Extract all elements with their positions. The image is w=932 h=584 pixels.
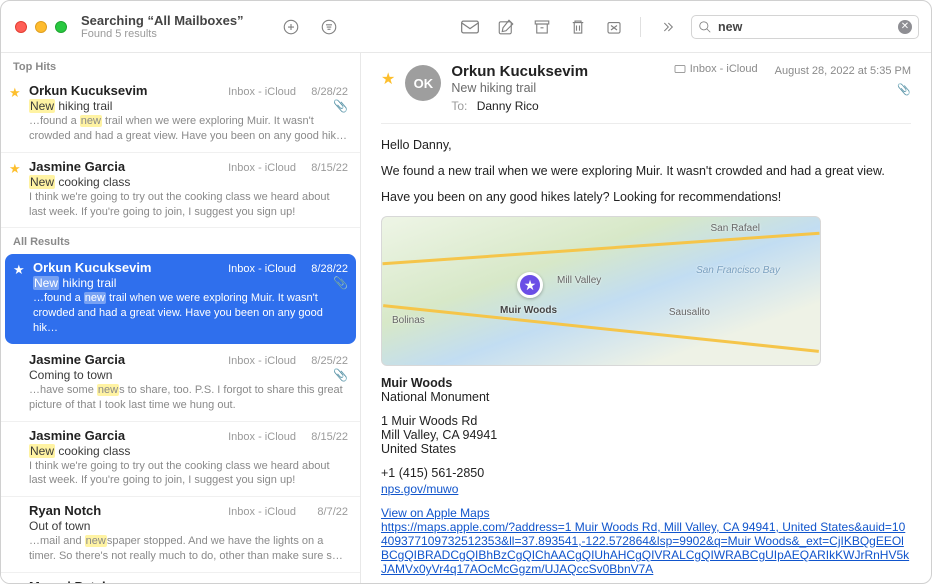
preview-text: I think we're going to try out the cooki… xyxy=(29,459,348,489)
message-item[interactable]: ★ Jasmine Garcia Inbox - iCloud 8/15/22 … xyxy=(1,153,360,229)
preview-text: I think we're going to try out the cooki… xyxy=(29,190,348,220)
star-icon: ★ xyxy=(9,85,21,101)
preview-text: …have some news to share, too. P.S. I fo… xyxy=(29,383,348,413)
zoom-window-button[interactable] xyxy=(55,21,67,33)
top-hits-header: Top Hits xyxy=(1,53,360,77)
subject-text: Coming to town xyxy=(29,368,329,382)
message-subject: New hiking trail xyxy=(451,81,663,95)
mailbox-location: Inbox - iCloud xyxy=(674,63,758,75)
window-title: Searching “All Mailboxes” xyxy=(81,13,261,28)
sender-name: Orkun Kucuksevim xyxy=(29,83,228,98)
date-label: 8/25/22 xyxy=(304,355,348,367)
titlebar: Searching “All Mailboxes” Found 5 result… xyxy=(1,1,931,53)
message-from: Orkun Kucuksevim xyxy=(451,63,663,80)
new-message-plus-icon[interactable] xyxy=(281,17,301,37)
date-label: 8/15/22 xyxy=(304,162,348,174)
message-item-selected[interactable]: ★ Orkun Kucuksevim Inbox - iCloud 8/28/2… xyxy=(5,254,356,344)
folder-label: Inbox - iCloud xyxy=(228,162,296,174)
sender-name: Mayuri Patel xyxy=(29,579,228,583)
place-card: Muir Woods National Monument 1 Muir Wood… xyxy=(381,376,911,496)
maps-url-link[interactable]: https://maps.apple.com/?address=1 Muir W… xyxy=(381,520,909,576)
sender-name: Jasmine Garcia xyxy=(29,352,228,367)
message-item[interactable]: Mayuri Patel Inbox - iCloud 8/6/22 xyxy=(1,573,360,583)
message-item[interactable]: Ryan Notch Inbox - iCloud 8/7/22 Out of … xyxy=(1,497,360,573)
date-label: 8/15/22 xyxy=(304,431,348,443)
message-item[interactable]: ★ Orkun Kucuksevim Inbox - iCloud 8/28/2… xyxy=(1,77,360,153)
to-value: Danny Rico xyxy=(477,99,539,113)
avatar: OK xyxy=(405,65,441,101)
minimize-window-button[interactable] xyxy=(35,21,47,33)
envelope-icon[interactable] xyxy=(460,17,480,37)
map-attachment[interactable]: San Rafael Mill Valley Muir Woods Sausal… xyxy=(381,216,821,366)
subject-text: New hiking trail xyxy=(29,99,329,113)
view-on-maps-link[interactable]: View on Apple Maps xyxy=(381,506,490,520)
trash-icon[interactable] xyxy=(568,17,588,37)
sender-name: Ryan Notch xyxy=(29,503,228,518)
attachment-icon: 📎 xyxy=(333,368,348,382)
close-window-button[interactable] xyxy=(15,21,27,33)
message-timestamp: August 28, 2022 at 5:35 PM xyxy=(775,65,911,77)
subject-text: Out of town xyxy=(29,519,348,533)
subject-text: New cooking class xyxy=(29,444,348,458)
archive-icon[interactable] xyxy=(532,17,552,37)
star-icon: ★ xyxy=(9,161,21,177)
search-field[interactable]: ✕ xyxy=(691,15,919,39)
folder-label: Inbox - iCloud xyxy=(228,431,296,443)
message-pane: ★ OK Orkun Kucuksevim New hiking trail T… xyxy=(361,53,931,583)
folder-label: Inbox - iCloud xyxy=(228,86,296,98)
folder-label: Inbox - iCloud xyxy=(228,355,296,367)
place-website-link[interactable]: nps.gov/muwo xyxy=(381,482,458,496)
date-label: 8/7/22 xyxy=(304,506,348,518)
sender-name: Jasmine Garcia xyxy=(29,428,228,443)
overflow-icon[interactable] xyxy=(657,17,677,37)
folder-label: Inbox - iCloud xyxy=(228,263,296,275)
search-input[interactable] xyxy=(718,20,892,34)
message-list[interactable]: Top Hits ★ Orkun Kucuksevim Inbox - iClo… xyxy=(1,53,361,583)
all-results-header: All Results xyxy=(1,228,360,252)
attachment-icon: 📎 xyxy=(333,276,348,290)
preview-text: …mail and newspaper stopped. And we have… xyxy=(29,534,348,564)
compose-icon[interactable] xyxy=(496,17,516,37)
sender-name: Orkun Kucuksevim xyxy=(33,260,228,275)
toolbar-separator xyxy=(640,17,641,37)
attachment-icon[interactable]: 📎 xyxy=(674,83,911,96)
star-icon: ★ xyxy=(13,262,25,278)
subject-text: New cooking class xyxy=(29,175,348,189)
clear-search-button[interactable]: ✕ xyxy=(898,20,912,34)
message-item[interactable]: Jasmine Garcia Inbox - iCloud 8/25/22 Co… xyxy=(1,346,360,422)
subject-text: New hiking trail xyxy=(33,276,329,290)
search-icon xyxy=(698,20,712,34)
message-item[interactable]: Jasmine Garcia Inbox - iCloud 8/15/22 Ne… xyxy=(1,422,360,498)
date-label: 8/28/22 xyxy=(304,86,348,98)
junk-icon[interactable] xyxy=(604,17,624,37)
map-pin-icon: ★ xyxy=(517,272,543,298)
folder-label: Inbox - iCloud xyxy=(228,582,296,583)
sender-name: Jasmine Garcia xyxy=(29,159,228,174)
attachment-icon: 📎 xyxy=(333,99,348,113)
star-icon[interactable]: ★ xyxy=(381,63,395,89)
to-label: To: xyxy=(451,99,467,113)
header-divider xyxy=(381,123,911,124)
inbox-icon xyxy=(674,63,686,75)
date-label: 8/6/22 xyxy=(304,582,348,583)
filter-icon[interactable] xyxy=(319,17,339,37)
results-count: Found 5 results xyxy=(81,28,261,40)
folder-label: Inbox - iCloud xyxy=(228,506,296,518)
date-label: 8/28/22 xyxy=(304,263,348,275)
preview-text: …found a new trail when we were explorin… xyxy=(29,114,348,144)
message-body: Hello Danny, We found a new trail when w… xyxy=(381,138,911,576)
preview-text: …found a new trail when we were explorin… xyxy=(33,291,348,336)
